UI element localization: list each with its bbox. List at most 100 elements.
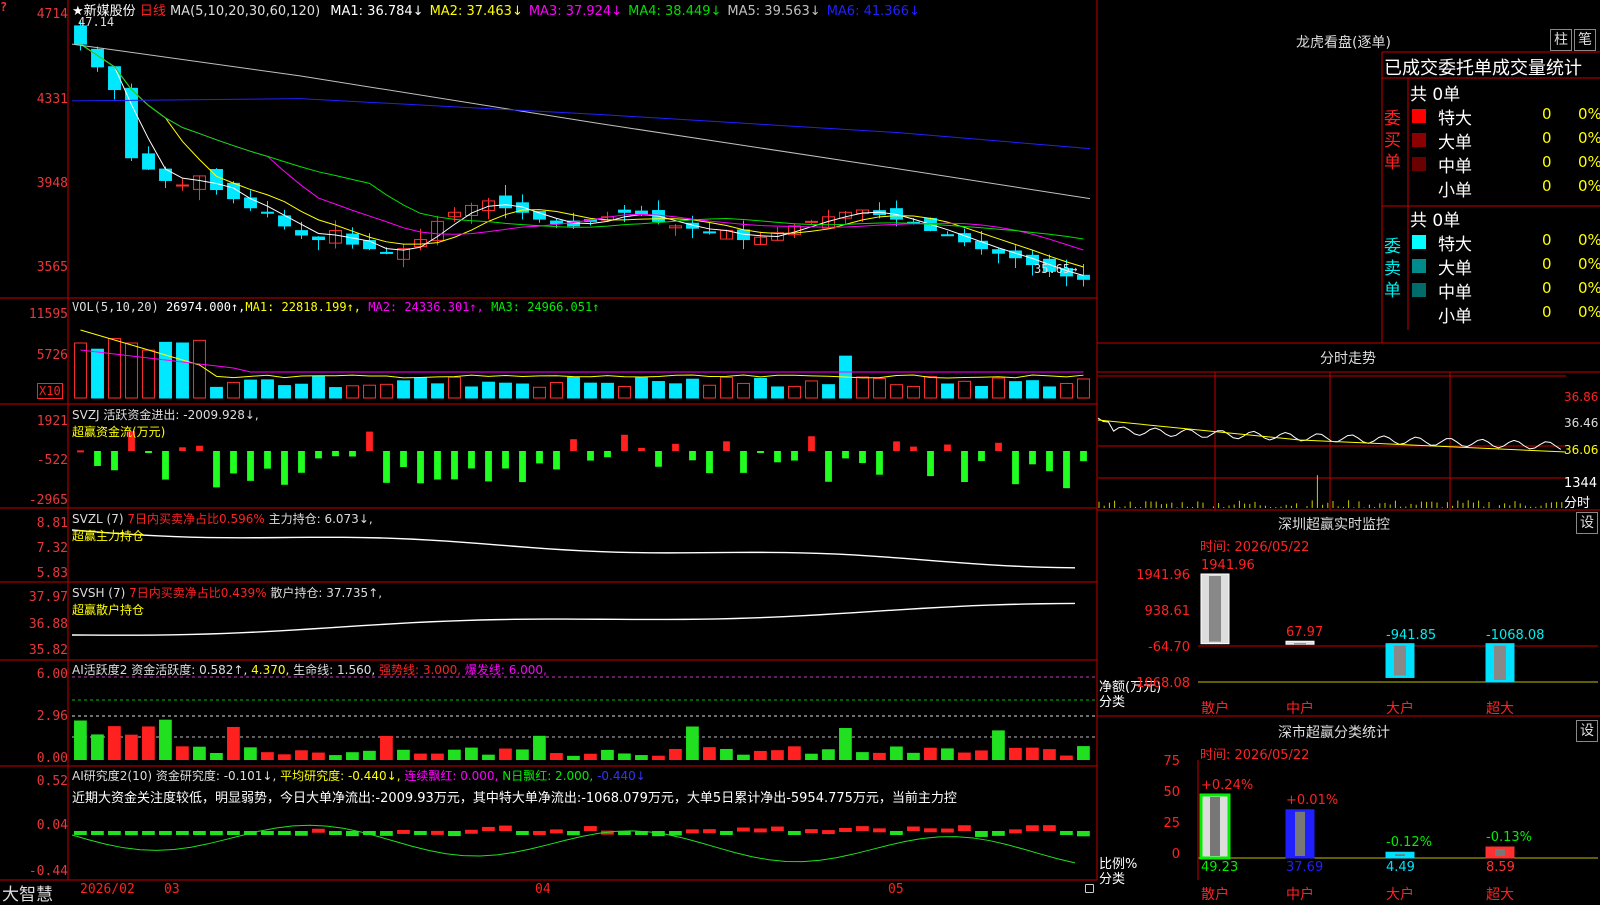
cls-change: +0.24% <box>1201 777 1254 793</box>
row-label: 大单 <box>1438 133 1472 153</box>
cls-change: +0.01% <box>1286 792 1339 808</box>
monitor-ytick: 938.61 <box>1144 604 1191 619</box>
svzl-ytick: 5.83 <box>36 566 68 581</box>
dragon-title: 龙虎看盘(逐单) <box>1296 35 1391 51</box>
svsh-label: SVSH (7) <box>72 586 126 600</box>
ai2-ytick: 0.04 <box>36 818 68 833</box>
cls-time: 时间: 2026/05/22 <box>1200 748 1310 763</box>
intraday-vol-label: 分时 <box>1564 496 1591 511</box>
cls-change: -0.12% <box>1386 835 1432 851</box>
ai2-c: 连续飘红: 0.000, <box>404 769 499 783</box>
ai1-header: AI活跃度2 资金活跃度: 0.582↑, 4.370, 生命线: 1.560,… <box>72 661 547 678</box>
row-label: 中单 <box>1438 157 1472 177</box>
vol-ytick: 5726 <box>36 348 68 363</box>
ai2-d: N日飘红: 2.000, <box>502 769 594 783</box>
ai2-ytick: -0.44 <box>28 864 68 879</box>
row-percent: 0% <box>1578 255 1600 273</box>
row-percent: 0% <box>1578 129 1600 147</box>
sell-total: 共 0单 <box>1410 211 1461 231</box>
row-value: 0 <box>1542 153 1552 171</box>
monitor-ytick: -64.70 <box>1148 640 1190 655</box>
svzj-ytick: 1921 <box>36 414 68 429</box>
cls-value: 49.23 <box>1201 860 1239 875</box>
svzl-ratio: 7日内买卖净占比0.596% <box>127 512 265 526</box>
ai1-ytick: 0.00 <box>36 751 68 766</box>
monitor-title: 深圳超赢实时监控 <box>1278 517 1390 533</box>
monitor-bar-inner <box>1394 645 1406 676</box>
price-ytick: 3565 <box>36 260 68 275</box>
svsh-hold: 散户持仓: 37.735↑, <box>270 586 383 600</box>
row-value: 0 <box>1542 105 1552 123</box>
svzj-title: 活跃资金进出: -2009.928↓, <box>103 408 259 422</box>
lock-icon[interactable] <box>1085 884 1094 893</box>
row-value: 0 <box>1542 279 1552 297</box>
date-axis-label: 03 <box>164 882 180 897</box>
ma-value-5: MA5: 39.563↓ <box>727 4 821 19</box>
buy-total: 共 0单 <box>1410 85 1461 105</box>
vol-ytick: 11595 <box>28 307 68 322</box>
cls-value: 8.59 <box>1486 860 1515 875</box>
row-percent: 0% <box>1578 105 1600 123</box>
period-label[interactable]: 日线 <box>140 4 166 19</box>
tick-mode-button[interactable]: 笔 <box>1574 29 1596 51</box>
svzl-hold: 主力持仓: 6.073↓, <box>268 512 373 526</box>
cls-ytick: 75 <box>1163 754 1180 769</box>
ma-value-6: MA6: 41.366↓ <box>826 4 920 19</box>
row-label: 特大 <box>1438 109 1472 129</box>
row-label: 小单 <box>1438 307 1472 327</box>
svsh-ytick: 35.82 <box>28 643 68 658</box>
cls-bar-inner <box>1495 849 1505 856</box>
ai2-ytick: 0.52 <box>36 774 68 789</box>
ma-value-1: MA1: 36.784↓ <box>330 4 424 19</box>
row-value: 0 <box>1542 255 1552 273</box>
date-axis-label: 2026/02 <box>80 882 135 897</box>
cls-settings-button[interactable]: 设 <box>1576 720 1598 742</box>
monitor-ytick: 1941.96 <box>1136 568 1190 583</box>
cls-category: 中户 <box>1286 887 1314 903</box>
intraday-price: 36.06 <box>1564 443 1599 457</box>
legend-swatch <box>1412 259 1426 273</box>
row-label: 大单 <box>1438 259 1472 279</box>
row-label: 特大 <box>1438 235 1472 255</box>
vol-ma2: MA2: 24336.301↑, <box>368 300 484 314</box>
row-label: 小单 <box>1438 181 1472 201</box>
svsh-header: SVSH (7) 7日内买卖净占比0.439% 散户持仓: 37.735↑, 超… <box>72 584 382 618</box>
intraday-price: 36.86 <box>1564 390 1599 404</box>
cls-ytick: 50 <box>1163 785 1180 800</box>
row-value: 0 <box>1542 177 1552 195</box>
ma-value-2: MA2: 37.463↓ <box>429 4 523 19</box>
monitor-category: 中户 <box>1286 701 1314 717</box>
monitor-settings-button[interactable]: 设 <box>1576 512 1598 534</box>
monitor-value: -941.85 <box>1386 627 1437 643</box>
row-percent: 0% <box>1578 279 1600 297</box>
row-value: 0 <box>1542 129 1552 147</box>
row-percent: 0% <box>1578 231 1600 249</box>
monitor-xlabel-text: 分类 <box>1099 695 1126 710</box>
row-percent: 0% <box>1578 303 1600 321</box>
ai2-label: AI研究度2(10) <box>72 769 153 783</box>
vol-ma3: MA3: 24966.051↑ <box>491 300 600 314</box>
ai1-c: 生命线: 1.560, <box>293 663 376 677</box>
monitor-time: 时间: 2026/05/22 <box>1200 540 1310 555</box>
ai1-ytick: 6.00 <box>36 667 68 682</box>
monitor-category: 散户 <box>1201 701 1229 717</box>
cls-ylabel: 比例% 分类 <box>1099 857 1137 887</box>
cls-bar-inner <box>1295 811 1305 856</box>
svsh-sub: 超赢散户持仓 <box>72 603 145 617</box>
ai1-e: 爆发线: 6.000, <box>464 663 547 677</box>
date-axis-label: 05 <box>888 882 904 897</box>
last-price-label: 35.65→ <box>1034 262 1078 276</box>
monitor-category: 超大 <box>1486 701 1514 717</box>
ai1-b: 4.370, <box>251 663 290 677</box>
svzj-label: SVZJ <box>72 408 100 422</box>
row-value: 0 <box>1542 303 1552 321</box>
svzj-header: SVZJ 活跃资金进出: -2009.928↓, 超赢资金流(万元) <box>72 406 259 440</box>
bar-mode-button[interactable]: 柱 <box>1550 29 1572 51</box>
vol-ma1: MA1: 22818.199↑, <box>245 300 362 314</box>
svzl-ytick: 8.81 <box>36 516 68 531</box>
cls-category: 散户 <box>1201 887 1229 903</box>
ai2-e: -0.440↓ <box>597 769 646 783</box>
legend-swatch <box>1412 283 1426 297</box>
cls-value: 4.49 <box>1386 860 1415 875</box>
ai2-description: 近期大资金关注度较低，明显弱势，今日大单净流出:-2009.93万元，其中特大单… <box>72 791 957 806</box>
